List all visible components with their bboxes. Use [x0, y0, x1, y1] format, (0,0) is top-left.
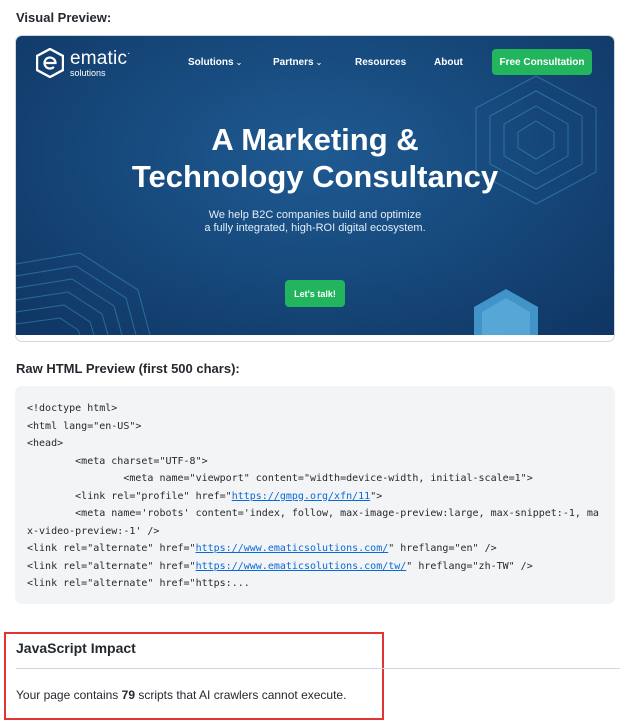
nav-partners[interactable]: Partners ⌄ — [273, 57, 322, 68]
raw-html-label: Raw HTML Preview (first 500 chars): — [16, 361, 240, 376]
visual-preview-label: Visual Preview: — [16, 10, 112, 25]
code-line: x-video-preview:-1' /> — [27, 523, 603, 541]
site-hero: ematic· solutions Solutions ⌄ Partners ⌄ R… — [16, 36, 614, 335]
visual-preview-frame: ematic· solutions Solutions ⌄ Partners ⌄ R… — [15, 35, 615, 342]
logo-tm: · — [127, 47, 131, 59]
code-line: <link rel="alternate" href="https://www.… — [27, 558, 603, 576]
ematic-logo-icon — [36, 48, 64, 78]
code-text: <meta name="viewport" content="width=dev… — [27, 473, 533, 484]
js-impact-section: JavaScript Impact Your page contains 79 … — [4, 632, 620, 720]
nav-resources[interactable]: Resources — [355, 57, 406, 68]
code-text: "> — [370, 490, 383, 502]
code-line: <link rel="alternate" href="https:... — [27, 575, 603, 593]
chevron-down-icon: ⌄ — [235, 58, 243, 67]
code-line: <link rel="profile" href="https://gmpg.o… — [27, 488, 603, 506]
code-text: <html lang="en-US"> — [27, 420, 142, 432]
code-link[interactable]: https://gmpg.org/xfn/11 — [232, 491, 370, 502]
free-consultation-button[interactable]: Free Consultation — [492, 49, 592, 75]
js-impact-divider — [16, 668, 620, 669]
code-text: <!doctype html> — [27, 403, 118, 414]
code-link[interactable]: https://www.ematicsolutions.com/tw/ — [196, 561, 407, 572]
code-text: x-video-preview:-1' /> — [27, 525, 160, 537]
code-line: <meta charset="UTF-8"> — [27, 453, 603, 471]
js-impact-message: Your page contains 79 scripts that AI cr… — [16, 688, 346, 702]
nav-solutions[interactable]: Solutions ⌄ — [188, 57, 242, 68]
hero-title-line-2: Technology Consultancy — [131, 159, 499, 194]
chevron-down-icon: ⌄ — [315, 58, 323, 67]
code-text: <link rel="alternate" href="https:... — [27, 578, 250, 589]
hero-subtitle-line-2: a fully integrated, high-ROI digital eco… — [204, 222, 426, 234]
code-link[interactable]: https://www.ematicsolutions.com/ — [196, 543, 389, 554]
js-impact-title: JavaScript Impact — [16, 640, 136, 656]
hero-subtitle-line-1: We help B2C companies build and optimize — [208, 209, 422, 221]
hero-title-line-1: A Marketing & — [211, 122, 419, 157]
code-text: <meta name='robots' content='index, foll… — [27, 508, 599, 519]
raw-html-code-block: <!doctype html> <html lang="en-US"> <head>… — [15, 386, 615, 604]
logo-sub: solutions — [70, 67, 106, 78]
code-text: <head> — [27, 438, 64, 449]
nav-about[interactable]: About — [434, 57, 463, 68]
code-text: " hreflang="en" /> — [388, 543, 497, 554]
code-line: <!doctype html> — [27, 400, 603, 418]
js-impact-text-before: Your page contains — [16, 688, 122, 702]
site-logo[interactable]: ematic· solutions — [36, 48, 131, 78]
js-impact-text-after: scripts that AI crawlers cannot execute. — [135, 688, 347, 702]
lets-talk-button[interactable]: Let's talk! — [285, 280, 345, 307]
logo-word: ematic — [70, 47, 128, 69]
code-line: <meta name="viewport" content="width=dev… — [27, 470, 603, 488]
code-text: " hreflang="zh-TW" /> — [406, 560, 533, 572]
code-line: <link rel="alternate" href="https://www.… — [27, 540, 603, 558]
code-line: <head> — [27, 435, 603, 453]
code-text: <meta charset="UTF-8"> — [27, 455, 208, 467]
code-text: <link rel="alternate" href=" — [27, 543, 196, 554]
script-count: 79 — [121, 688, 135, 702]
code-text: <link rel="alternate" href=" — [27, 560, 196, 572]
code-text: <link rel="profile" href=" — [27, 490, 232, 502]
code-line: <html lang="en-US"> — [27, 418, 603, 436]
code-line: <meta name='robots' content='index, foll… — [27, 505, 603, 523]
